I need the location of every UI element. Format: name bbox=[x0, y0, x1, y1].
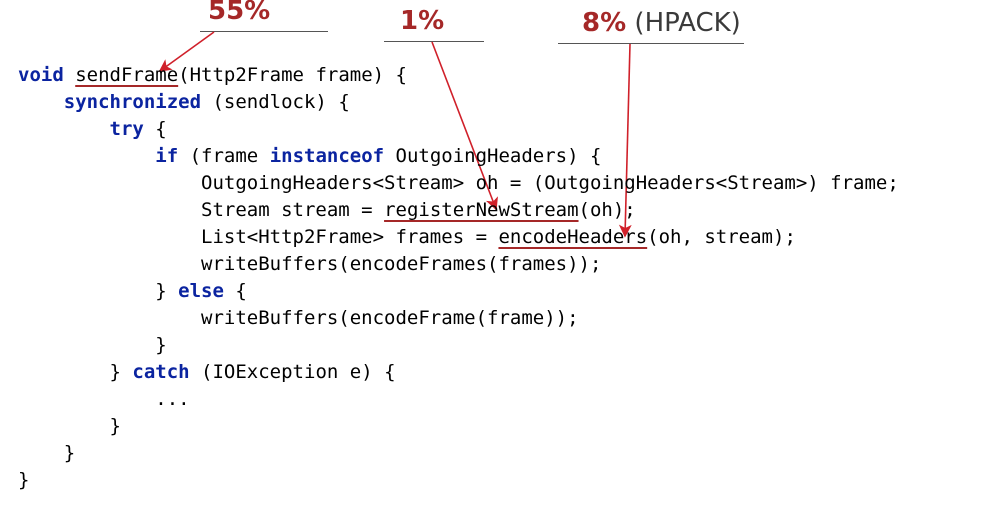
fn-sendFrame: sendFrame bbox=[75, 64, 178, 86]
l4-t1: (frame bbox=[178, 145, 270, 167]
annotation-55-pct: 55% bbox=[208, 0, 270, 26]
fn-registerNewStream: registerNewStream bbox=[384, 199, 578, 221]
line-6: Stream stream = registerNewStream(oh); bbox=[18, 199, 636, 221]
kw-if: if bbox=[155, 145, 178, 167]
l6-t1: Stream stream = bbox=[201, 199, 384, 221]
annotation-55-rule bbox=[200, 31, 328, 32]
l10: writeBuffers(encodeFrame(frame)); bbox=[201, 307, 579, 329]
line-8: writeBuffers(encodeFrames(frames)); bbox=[18, 253, 601, 275]
line-13: ... bbox=[18, 388, 190, 410]
line-2: synchronized (sendlock) { bbox=[18, 91, 350, 113]
line-15: } bbox=[18, 442, 75, 464]
line-3: try { bbox=[18, 118, 167, 140]
line-14: } bbox=[18, 415, 121, 437]
l5: OutgoingHeaders<Stream> oh = (OutgoingHe… bbox=[201, 172, 899, 194]
kw-synchronized: synchronized bbox=[64, 91, 201, 113]
l12-t2: (IOException e) { bbox=[190, 361, 396, 383]
l11: } bbox=[155, 334, 166, 356]
l7-t2: (oh, stream); bbox=[647, 226, 796, 248]
annotation-1-rule bbox=[384, 41, 484, 42]
annotation-55: 55% bbox=[208, 0, 270, 25]
l2-rest: (sendlock) { bbox=[201, 91, 350, 113]
line-4: if (frame instanceof OutgoingHeaders) { bbox=[18, 145, 601, 167]
line-5: OutgoingHeaders<Stream> oh = (OutgoingHe… bbox=[18, 172, 899, 194]
l16: } bbox=[18, 469, 29, 491]
fn-encodeHeaders: encodeHeaders bbox=[498, 226, 647, 248]
l13: ... bbox=[155, 388, 189, 410]
l6-t2: (oh); bbox=[579, 199, 636, 221]
line-1: void sendFrame(Http2Frame frame) { bbox=[18, 64, 407, 86]
l15: } bbox=[64, 442, 75, 464]
line-12: } catch (IOException e) { bbox=[18, 361, 396, 383]
line-7: List<Http2Frame> frames = encodeHeaders(… bbox=[18, 226, 796, 248]
l12-t1: } bbox=[110, 361, 133, 383]
code-block: void sendFrame(Http2Frame frame) { synch… bbox=[18, 62, 899, 494]
kw-else: else bbox=[178, 280, 224, 302]
kw-try: try bbox=[110, 118, 144, 140]
line-9: } else { bbox=[18, 280, 247, 302]
kw-instanceof: instanceof bbox=[270, 145, 384, 167]
l1-rest: (Http2Frame frame) { bbox=[178, 64, 407, 86]
line-16: } bbox=[18, 469, 29, 491]
l4-t2: OutgoingHeaders) { bbox=[384, 145, 601, 167]
kw-catch: catch bbox=[132, 361, 189, 383]
annotation-8-pct: 8% bbox=[582, 8, 626, 38]
l3-rest: { bbox=[144, 118, 167, 140]
l7-t1: List<Http2Frame> frames = bbox=[201, 226, 498, 248]
annotation-8-extra: (HPACK) bbox=[634, 8, 740, 38]
l8: writeBuffers(encodeFrames(frames)); bbox=[201, 253, 601, 275]
l14: } bbox=[110, 415, 121, 437]
annotation-8: 8% (HPACK) bbox=[582, 10, 741, 37]
annotation-8-rule bbox=[558, 43, 744, 44]
annotation-1: 1% bbox=[400, 8, 444, 35]
l9-t2: { bbox=[224, 280, 247, 302]
line-10: writeBuffers(encodeFrame(frame)); bbox=[18, 307, 579, 329]
l9-t1: } bbox=[155, 280, 178, 302]
line-11: } bbox=[18, 334, 167, 356]
kw-void: void bbox=[18, 64, 64, 86]
annotation-1-pct: 1% bbox=[400, 6, 444, 36]
